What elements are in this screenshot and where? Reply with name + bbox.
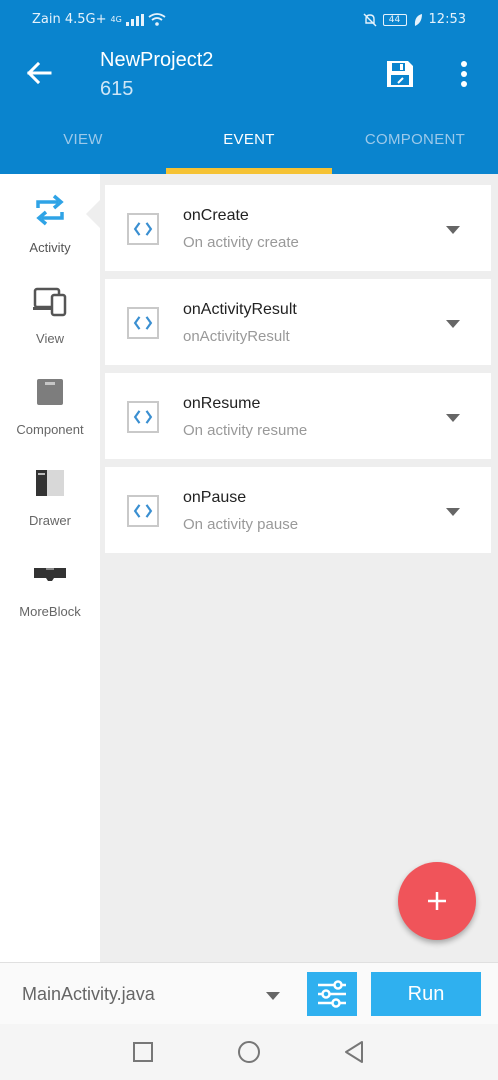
sidebar-item-view[interactable]: View (0, 269, 100, 359)
chevron-down-icon[interactable] (265, 991, 281, 1001)
tab-component[interactable]: COMPONENT (332, 110, 498, 174)
event-card[interactable]: onActivityResult onActivityResult (105, 279, 491, 365)
code-block-icon (127, 307, 159, 339)
sidebar-item-label: View (36, 331, 64, 346)
event-name: onResume (183, 395, 261, 412)
battery-icon: 44 (382, 13, 407, 26)
tab-view[interactable]: VIEW (0, 110, 166, 174)
clock: 12:53 (428, 12, 466, 27)
category-sidebar: Activity View Component Drawer MoreBlock (0, 174, 100, 962)
sidebar-item-moreblock[interactable]: MoreBlock (0, 542, 100, 632)
circle-icon[interactable] (237, 1040, 261, 1064)
sidebar-item-label: Activity (29, 240, 71, 255)
refresh-cycle-icon (36, 194, 64, 226)
dropdown-caret-icon[interactable] (445, 507, 461, 517)
event-name: onPause (183, 489, 247, 506)
event-name: onActivityResult (183, 301, 297, 318)
event-card[interactable]: onResume On activity resume (105, 373, 491, 459)
arrow-back-icon[interactable] (24, 58, 54, 88)
more-vert-icon[interactable] (452, 60, 476, 88)
save-icon[interactable] (384, 58, 416, 90)
network-badge: 4G (110, 15, 122, 24)
add-icon (428, 892, 446, 910)
event-card[interactable]: onCreate On activity create (105, 185, 491, 271)
signal-icon (125, 13, 144, 26)
code-block-icon (127, 213, 159, 245)
project-subtitle: 615 (100, 78, 134, 100)
event-description: onActivityResult (183, 328, 290, 345)
sidebar-item-activity[interactable]: Activity (0, 178, 100, 268)
file-selector[interactable]: MainActivity.java (22, 984, 155, 1005)
event-description: On activity pause (183, 516, 299, 533)
dropdown-caret-icon[interactable] (445, 225, 461, 235)
triangle-back-icon[interactable] (342, 1040, 366, 1064)
status-bar: Zain 4.5G+ 4G 44 12:53 (0, 0, 498, 40)
sidebar-item-label: Component (16, 422, 84, 437)
leaf-icon (414, 13, 422, 26)
app-bar: Zain 4.5G+ 4G 44 12:53 NewProject2 615 V… (0, 0, 498, 174)
carrier-label: Zain 4.5G+ (32, 12, 107, 27)
dropdown-caret-icon[interactable] (445, 413, 461, 423)
code-block-icon (127, 401, 159, 433)
sidebar-item-component[interactable]: Component (0, 360, 100, 450)
square-icon[interactable] (131, 1040, 155, 1064)
bottom-toolbar: MainActivity.java Run (0, 962, 498, 1024)
event-card[interactable]: onPause On activity pause (105, 467, 491, 553)
system-nav-bar (0, 1024, 498, 1080)
moreblock-icon (34, 568, 66, 581)
tab-event[interactable]: EVENT (166, 110, 332, 174)
devices-icon (33, 287, 67, 317)
drawer-icon (36, 470, 64, 496)
dropdown-caret-icon[interactable] (445, 319, 461, 329)
sidebar-item-label: MoreBlock (19, 604, 81, 619)
tab-bar: VIEW EVENT COMPONENT (0, 110, 498, 174)
tab-indicator (166, 168, 332, 174)
event-description: On activity resume (183, 422, 308, 439)
wifi-icon (148, 13, 166, 26)
component-box-icon (37, 379, 63, 405)
event-description: On activity create (183, 234, 299, 251)
settings-button[interactable] (307, 972, 357, 1016)
add-event-fab[interactable] (398, 862, 476, 940)
mute-bell-icon (363, 13, 377, 26)
selection-pointer (86, 200, 100, 228)
sidebar-item-drawer[interactable]: Drawer (0, 451, 100, 541)
run-button[interactable]: Run (371, 972, 481, 1016)
project-title: NewProject2 (100, 49, 214, 71)
code-block-icon (127, 495, 159, 527)
event-name: onCreate (183, 207, 249, 224)
sliders-icon (318, 980, 346, 1008)
sidebar-item-label: Drawer (29, 513, 71, 528)
